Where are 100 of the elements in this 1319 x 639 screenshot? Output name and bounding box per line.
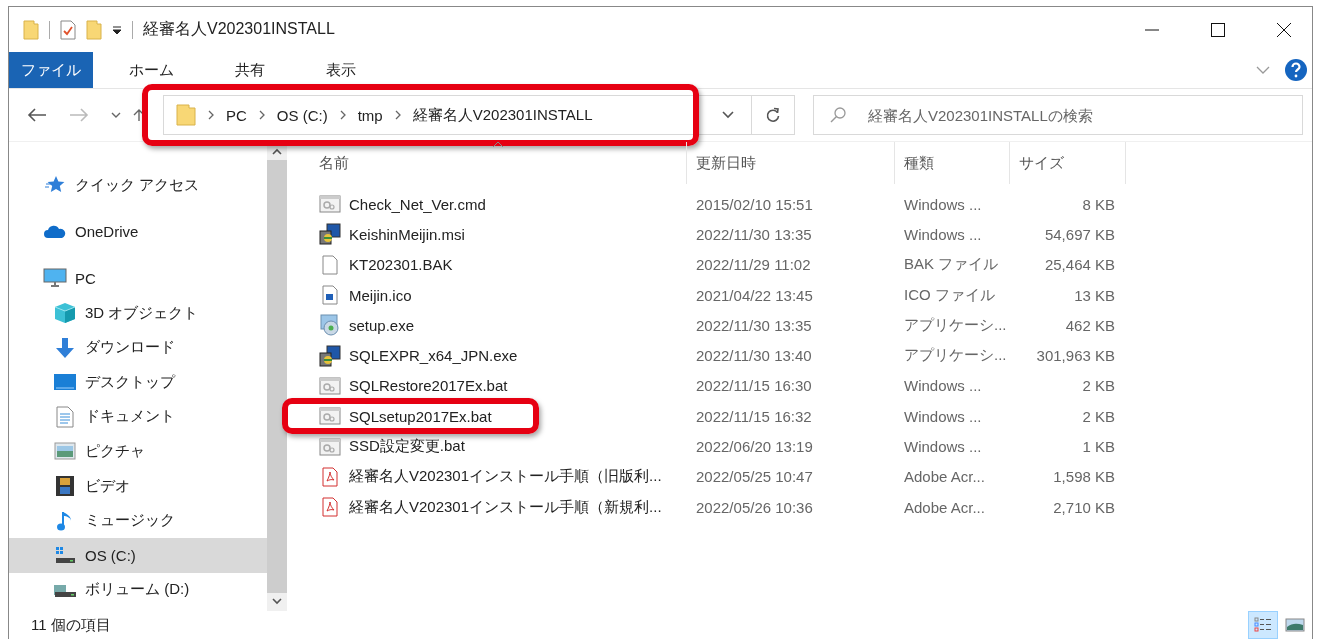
file-name[interactable]: KeishinMeijin.msi (349, 225, 465, 243)
nav-item[interactable]: OS (C:) (9, 537, 267, 573)
modified-date: 2022/11/30 13:35 (695, 225, 813, 243)
ribbon-tab[interactable]: 表示 (302, 52, 378, 88)
document-icon (53, 405, 77, 428)
file-size: 1,598 KB (1052, 468, 1116, 486)
column-header[interactable]: 名前 (319, 142, 687, 184)
customize-caret-icon[interactable] (112, 24, 122, 35)
file-type: アプリケーシ... (903, 315, 1008, 335)
details-list-icon (1254, 617, 1272, 633)
refresh-icon (765, 107, 781, 123)
nav-item[interactable]: クイック アクセス (9, 168, 267, 203)
breadcrumb[interactable]: OS (C:) (276, 106, 328, 124)
back-arrow-icon[interactable] (27, 107, 47, 123)
file-type: Adobe Acr... (903, 468, 986, 486)
nav-item[interactable]: ピクチャ (9, 434, 267, 469)
gear-file-icon (319, 376, 341, 395)
blank-file-icon (319, 254, 341, 275)
search-field[interactable]: 経審名人V202301INSTALLの検索 (813, 95, 1303, 135)
column-header[interactable]: サイズ (1010, 142, 1126, 184)
file-type: Windows ... (903, 195, 983, 213)
nav-item[interactable]: ボリューム (D:) (9, 572, 267, 608)
ribbon-tab[interactable]: 共有 (211, 52, 287, 88)
breadcrumb[interactable]: 経審名人V202301INSTALL (412, 105, 593, 125)
file-type: Windows ... (903, 377, 983, 395)
scroll-down-icon[interactable] (272, 597, 282, 605)
chevron-right-icon[interactable] (394, 110, 401, 120)
file-name[interactable]: SSD設定変更.bat (349, 437, 465, 456)
nav-item[interactable]: ミュージック (9, 503, 267, 538)
nav-item[interactable]: デスクトップ (9, 364, 267, 400)
chevron-right-icon[interactable] (258, 110, 265, 120)
expand-ribbon-icon[interactable] (1256, 65, 1270, 75)
modified-date: 2022/06/20 13:19 (695, 438, 814, 455)
monitor-icon (43, 268, 67, 289)
recent-caret-icon[interactable] (111, 111, 121, 119)
pdf-file-icon (319, 497, 341, 518)
column-header[interactable]: 更新日時 (687, 142, 895, 184)
cloud-icon (43, 224, 67, 239)
maximize-icon[interactable] (1210, 21, 1226, 38)
file-name[interactable]: Meijin.ico (349, 286, 412, 304)
file-type: Adobe Acr... (903, 498, 986, 516)
file-name[interactable]: Check_Net_Ver.cmd (349, 195, 486, 213)
modified-date: 2022/05/25 10:47 (695, 468, 814, 486)
ribbon-tab[interactable]: ファイル (9, 52, 93, 88)
file-name[interactable]: SQLRestore2017Ex.bat (349, 377, 508, 395)
file-name[interactable]: SQLsetup2017Ex.bat (349, 407, 492, 425)
modified-date: 2022/05/26 10:36 (695, 498, 814, 516)
installer-icon (319, 344, 341, 367)
nav-item[interactable]: ビデオ (9, 468, 267, 504)
file-type: BAK ファイル (903, 255, 1000, 275)
file-size: 2 KB (1081, 407, 1116, 425)
chevron-right-icon[interactable] (339, 110, 346, 120)
desktop-icon (53, 373, 77, 392)
nav-item[interactable]: ドキュメント (9, 399, 267, 435)
drive-icon (53, 545, 77, 566)
file-name[interactable]: SQLEXPR_x64_JPN.exe (349, 347, 518, 365)
breadcrumb[interactable]: tmp (357, 106, 383, 124)
properties-icon[interactable] (60, 19, 76, 40)
modified-date: 2015/02/10 15:51 (695, 195, 814, 213)
file-size: 54,697 KB (1043, 225, 1116, 243)
modified-date: 2022/11/29 11:02 (695, 256, 812, 274)
file-size: 2,710 KB (1052, 498, 1116, 516)
file-name[interactable]: setup.exe (349, 316, 415, 334)
ribbon-tab[interactable]: ホーム (105, 52, 196, 88)
file-name[interactable]: KT202301.BAK (349, 256, 453, 274)
gear-file-icon (319, 195, 341, 214)
nav-item[interactable]: OneDrive (9, 214, 267, 250)
installer-icon (319, 223, 341, 246)
file-name[interactable]: 経審名人V202301インストール手順（新規利... (349, 497, 662, 517)
modified-date: 2022/11/15 16:30 (695, 377, 813, 395)
chevron-right-icon[interactable] (208, 110, 214, 120)
file-type: Windows ... (903, 407, 983, 425)
breadcrumb[interactable]: PC (226, 106, 247, 124)
close-icon[interactable] (1276, 21, 1292, 38)
modified-date: 2022/11/15 16:32 (695, 407, 813, 425)
modified-date: 2022/11/30 13:40 (695, 347, 813, 365)
film-icon (53, 475, 77, 498)
nav-item[interactable]: PC (9, 261, 267, 296)
window-title: 経審名人V202301INSTALL (143, 19, 335, 39)
column-header[interactable]: 種類 (895, 142, 1010, 184)
file-size: 25,464 KB (1043, 256, 1116, 274)
nav-item[interactable]: 3D オブジェクト (9, 295, 267, 331)
file-size: 2 KB (1081, 377, 1116, 395)
file-type: Windows ... (903, 225, 983, 243)
search-icon (829, 106, 847, 124)
scroll-up-icon[interactable] (272, 148, 282, 156)
details-view-button[interactable] (1248, 611, 1278, 639)
dropdown-caret-icon[interactable] (721, 110, 735, 120)
help-icon[interactable] (1284, 58, 1308, 82)
modified-date: 2021/04/22 13:45 (695, 286, 814, 304)
file-type: Windows ... (903, 438, 983, 455)
up-arrow-icon[interactable] (133, 108, 145, 122)
file-type: ICO ファイル (903, 285, 996, 305)
setup-icon (319, 314, 341, 337)
file-size: 301,963 KB (1035, 347, 1116, 365)
nav-item[interactable]: ダウンロード (9, 330, 267, 365)
file-type: アプリケーシ... (903, 346, 1008, 366)
file-name[interactable]: 経審名人V202301インストール手順（旧版利... (349, 467, 662, 487)
pdf-file-icon (319, 466, 341, 487)
download-icon (53, 336, 77, 359)
